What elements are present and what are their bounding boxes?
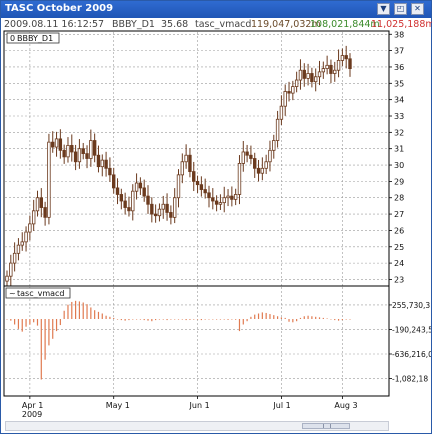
chart-window: TASC October 2009 ▼ ◰ ✕ 2009.08.11 16:12… xyxy=(0,0,432,434)
indicator-tick-label: -636,216,0 xyxy=(392,350,431,359)
price-tick-label: 35 xyxy=(394,79,404,88)
indicator-panel xyxy=(3,285,390,397)
price-panel-label: BBBY_D1 xyxy=(17,34,53,43)
scrollbar-grip-icon xyxy=(323,424,331,428)
price-tick-label: 33 xyxy=(394,112,404,121)
price-tick-label: 32 xyxy=(394,128,404,137)
indicator-label-icon: ~ xyxy=(9,289,16,298)
price-tick-label: 23 xyxy=(394,275,404,284)
time-tick-label: Apr 1 xyxy=(22,401,43,410)
price-tick-label: 29 xyxy=(394,177,404,186)
price-tick-label: 37 xyxy=(394,47,404,56)
indicator-tick-label: 255,730,3 xyxy=(392,301,430,310)
time-tick-label: Jun 1 xyxy=(189,401,210,410)
time-tick-label: May 1 xyxy=(106,401,130,410)
ohlc-bar xyxy=(47,133,51,225)
time-tick-year: 2009 xyxy=(22,410,42,419)
time-tick-label: Aug 3 xyxy=(334,401,357,410)
price-tick-label: 38 xyxy=(394,30,404,39)
time-tick-label: Jul 1 xyxy=(272,401,290,410)
horizontal-scrollbar[interactable] xyxy=(5,421,389,431)
indicator-panel-label: tasc_vmacd xyxy=(17,289,65,298)
price-tick-label: 25 xyxy=(394,243,404,252)
price-tick-label: 24 xyxy=(394,259,404,268)
indicator-tick-label: -1,082,18 xyxy=(392,375,428,384)
indicator-tick-label: -190,243,5 xyxy=(392,325,431,334)
price-axis: 38 37 36 35 34 33 32 31 30 29 28 27 26 25 24 23 xyxy=(389,30,404,284)
time-axis: Apr 12009 May 1 Jun 1 Jul 1 Aug 3 xyxy=(22,396,358,419)
indicator-axis: 255,730,3 -190,243,5 -636,216,0 -1,082,18 xyxy=(389,301,431,384)
price-tick-label: 31 xyxy=(394,145,404,154)
price-tick-label: 34 xyxy=(394,96,404,105)
panel-label-icon: 0 xyxy=(10,34,15,43)
price-tick-label: 28 xyxy=(394,194,404,203)
price-tick-label: 26 xyxy=(394,226,404,235)
price-tick-label: 30 xyxy=(394,161,404,170)
price-tick-label: 27 xyxy=(394,210,404,219)
price-tick-label: 36 xyxy=(394,63,404,72)
chart-area[interactable]: 38 37 36 35 34 33 32 31 30 29 28 27 26 25 24 23 0 BBBY_… xyxy=(1,1,431,421)
